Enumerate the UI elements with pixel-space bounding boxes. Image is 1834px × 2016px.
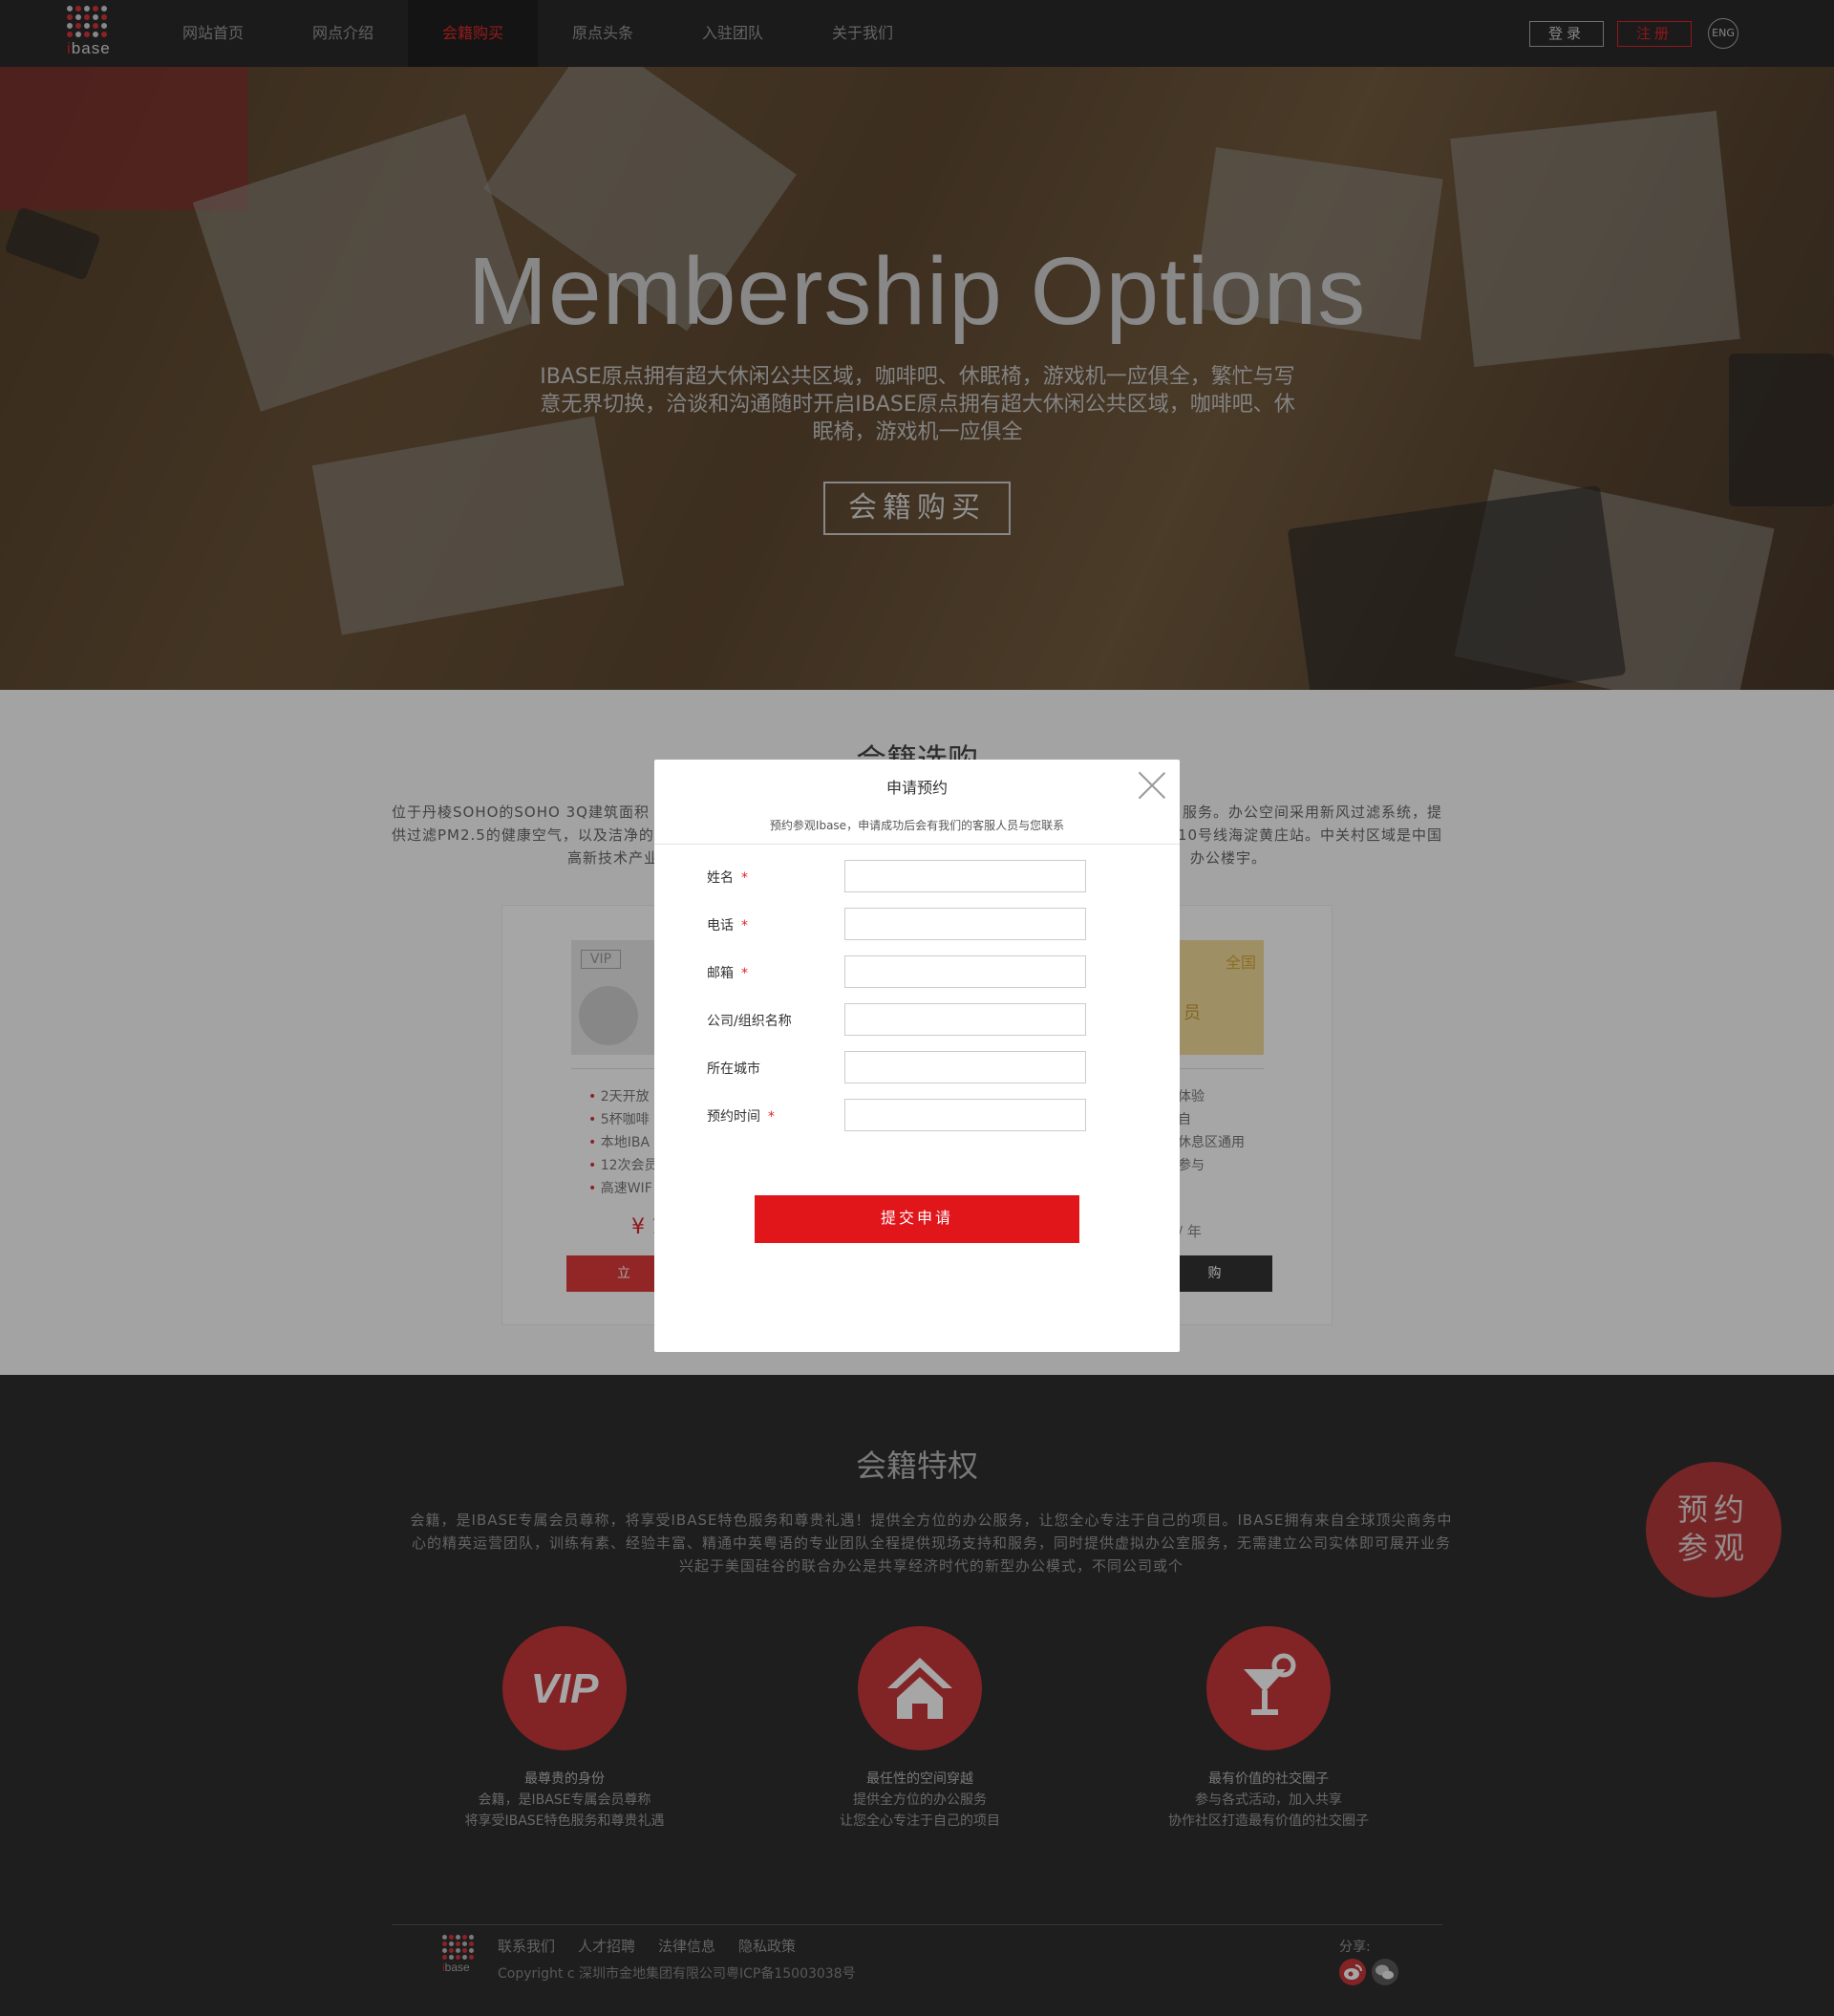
company-field[interactable] [844,1003,1086,1036]
phone-field[interactable] [844,908,1086,940]
form-row-time: 预约时间 * [707,1099,1127,1131]
name-field[interactable] [844,860,1086,892]
appointment-modal: 申请预约 预约参观Ibase，申请成功后会有我们的客服人员与您联系 姓名 * 电话… [654,760,1180,1352]
modal-divider [654,844,1180,845]
time-label: 预约时间 * [707,1109,775,1125]
phone-label: 电话 * [707,918,748,933]
form-row-email: 邮箱 * [707,955,1127,988]
city-field[interactable] [844,1051,1086,1083]
email-label: 邮箱 * [707,966,748,981]
company-label: 公司/组织名称 [707,1014,792,1029]
form-row-company: 公司/组织名称 [707,1003,1127,1036]
submit-button[interactable]: 提交申请 [755,1195,1079,1243]
city-label: 所在城市 [707,1062,760,1077]
form-row-name: 姓名 * [707,860,1127,892]
email-field[interactable] [844,955,1086,988]
form-row-phone: 电话 * [707,908,1127,940]
name-label: 姓名 * [707,870,748,886]
modal-description: 预约参观Ibase，申请成功后会有我们的客服人员与您联系 [769,819,1065,832]
time-field[interactable] [844,1099,1086,1131]
modal-title: 申请预约 [885,779,948,797]
close-icon[interactable] [1138,771,1166,800]
form-row-city: 所在城市 [707,1051,1127,1083]
